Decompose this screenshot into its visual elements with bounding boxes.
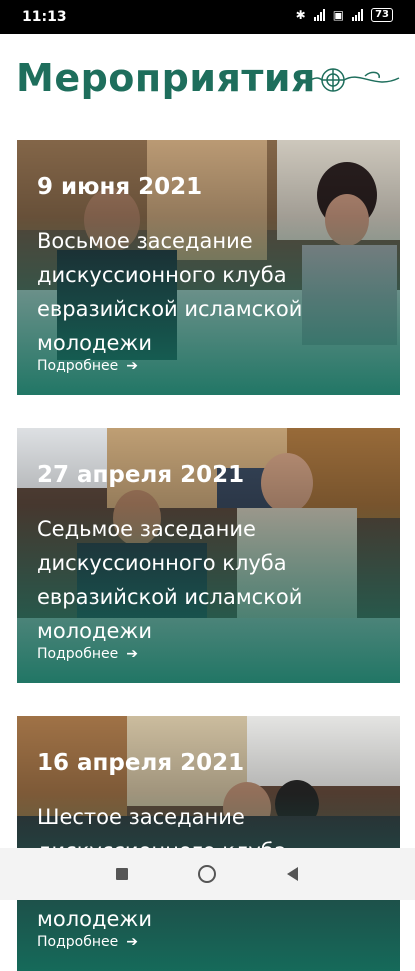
more-link[interactable]: Подробнее ➔: [37, 646, 138, 662]
recents-square-icon[interactable]: [116, 868, 128, 880]
home-circle-icon[interactable]: [198, 865, 216, 883]
signal-icon: [313, 9, 325, 21]
event-title[interactable]: Седьмое заседание дискуссионного клуба е…: [37, 512, 387, 648]
event-date: 27 апреля 2021: [37, 462, 245, 488]
battery-indicator: 73: [371, 8, 393, 22]
status-icons: ✱ ▣ 73: [296, 8, 393, 22]
page-title: Мероприятия: [16, 56, 316, 100]
event-card[interactable]: 16 апреля 2021 Шестое заседание дискусси…: [17, 716, 400, 971]
event-date: 16 апреля 2021: [37, 750, 245, 776]
status-bar: 11:13 ✱ ▣ 73: [0, 0, 415, 34]
more-label: Подробнее: [37, 646, 119, 662]
system-nav-bar: [0, 848, 415, 900]
arrow-right-icon: ➔: [126, 934, 138, 950]
sim-icon: ▣: [332, 8, 345, 22]
more-link[interactable]: Подробнее ➔: [37, 934, 138, 950]
event-card[interactable]: 27 апреля 2021 Седьмое заседание дискусс…: [17, 428, 400, 683]
event-date: 9 июня 2021: [37, 174, 203, 200]
more-link[interactable]: Подробнее ➔: [37, 358, 138, 374]
arrow-right-icon: ➔: [126, 358, 138, 374]
event-card[interactable]: 9 июня 2021 Восьмое заседание дискуссион…: [17, 140, 400, 395]
ornament-icon: [305, 68, 400, 92]
arrow-right-icon: ➔: [126, 646, 138, 662]
status-time: 11:13: [22, 9, 67, 25]
more-label: Подробнее: [37, 934, 119, 950]
more-label: Подробнее: [37, 358, 119, 374]
event-title[interactable]: Восьмое заседание дискуссионного клуба е…: [37, 224, 387, 360]
bluetooth-icon: ✱: [295, 8, 306, 22]
signal-2-icon: [352, 9, 364, 21]
back-triangle-icon[interactable]: [287, 867, 298, 881]
